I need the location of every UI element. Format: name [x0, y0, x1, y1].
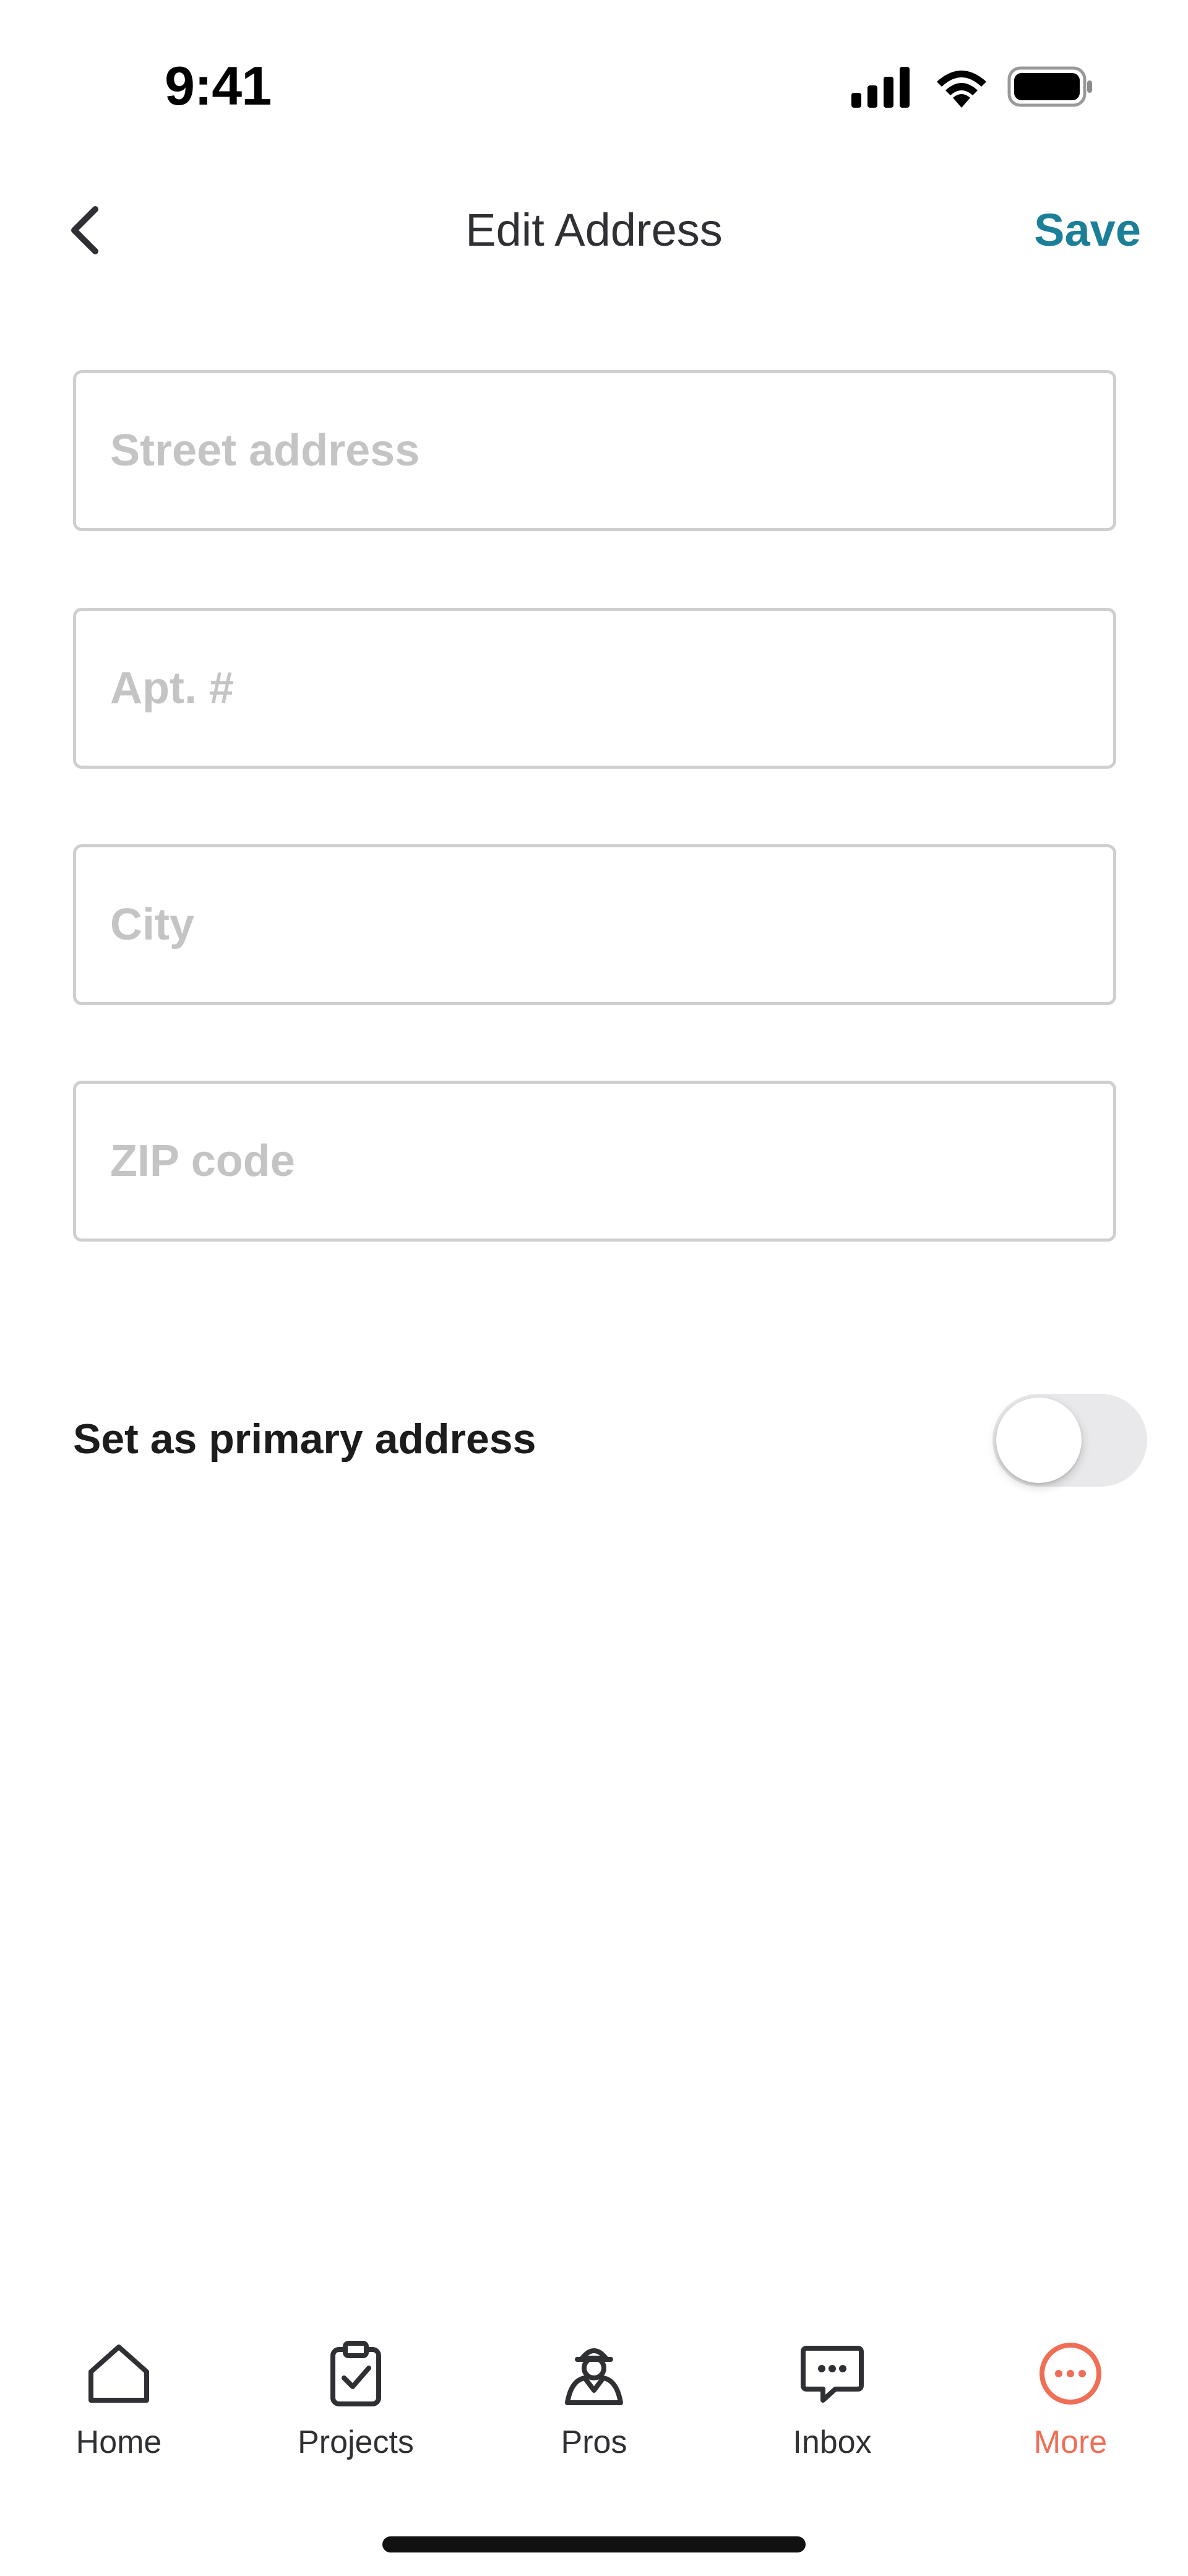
- save-button[interactable]: Save: [1034, 198, 1141, 262]
- more-circle-icon: [1040, 2343, 1101, 2405]
- street-address-field[interactable]: [73, 370, 1116, 531]
- tab-more-label: More: [1033, 2424, 1108, 2460]
- tab-projects-label: Projects: [298, 2424, 414, 2460]
- pro-person-icon: [565, 2348, 623, 2405]
- chat-bubble-icon: [801, 2346, 864, 2403]
- status-time: 9:41: [165, 55, 272, 116]
- tab-pros-label: Pros: [561, 2424, 627, 2460]
- chevron-left-icon: [71, 206, 98, 254]
- wifi-icon: [937, 71, 986, 108]
- home-indicator: [382, 2536, 806, 2552]
- tab-more[interactable]: More: [978, 2340, 1163, 2488]
- tab-projects[interactable]: Projects: [263, 2340, 449, 2488]
- toggle-knob: [996, 1398, 1082, 1483]
- tab-home-label: Home: [75, 2424, 162, 2460]
- street-address-input[interactable]: [76, 373, 1113, 528]
- tab-inbox[interactable]: Inbox: [739, 2340, 925, 2488]
- primary-address-label: Set as primary address: [73, 1416, 536, 1463]
- clipboard-check-icon: [330, 2341, 381, 2406]
- zip-code-field[interactable]: [73, 1081, 1116, 1242]
- edit-address-screen: 9:41 Edit Address Save Street address Ap…: [0, 0, 1188, 2576]
- tab-inbox-label: Inbox: [793, 2424, 872, 2460]
- battery-icon: [1007, 66, 1092, 107]
- tab-home[interactable]: Home: [26, 2340, 212, 2488]
- city-input[interactable]: [76, 847, 1113, 1002]
- back-button[interactable]: [59, 198, 111, 262]
- zip-code-input[interactable]: [76, 1084, 1113, 1238]
- home-icon: [88, 2345, 149, 2403]
- city-field[interactable]: [73, 844, 1116, 1005]
- apt-input[interactable]: [76, 611, 1113, 766]
- tab-pros[interactable]: Pros: [501, 2340, 687, 2488]
- signal-icon: [851, 67, 910, 108]
- apt-field[interactable]: [73, 608, 1116, 769]
- page-title: Edit Address: [465, 204, 723, 256]
- primary-address-toggle[interactable]: [992, 1394, 1147, 1487]
